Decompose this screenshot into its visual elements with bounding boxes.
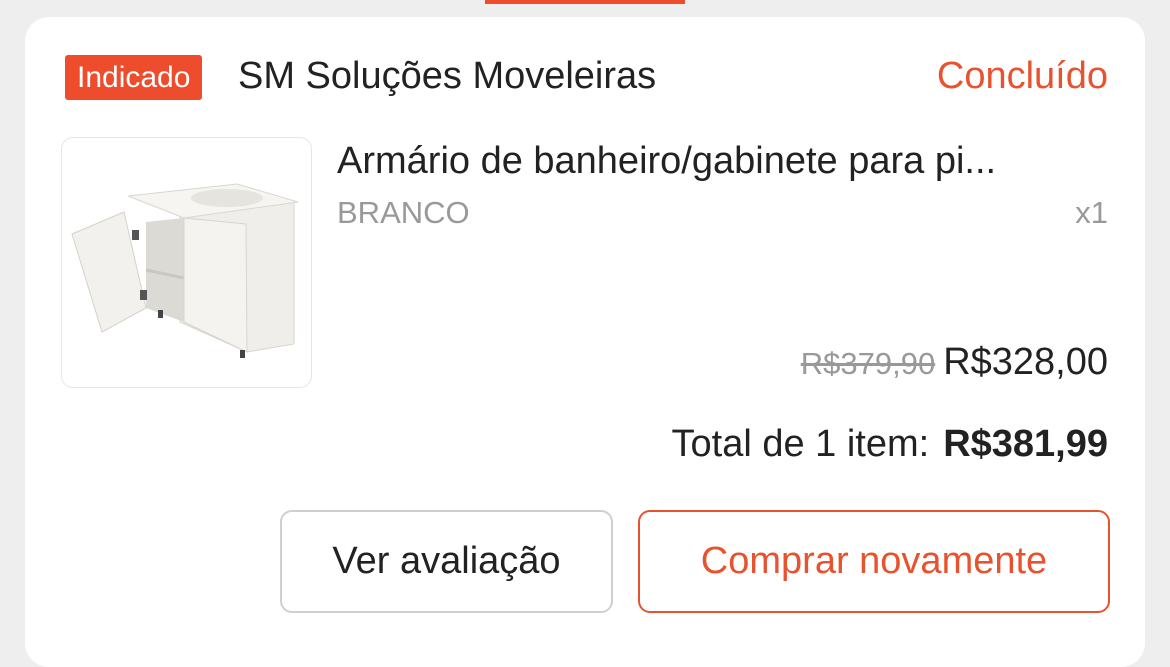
order-status: Concluído (936, 55, 1108, 97)
recommended-badge: Indicado (65, 55, 203, 100)
order-card: Indicado SM Soluções Moveleiras Concluíd… (25, 17, 1145, 667)
bathroom-cabinet-icon (71, 183, 299, 358)
order-total: Total de 1 item: R$381,99 (672, 423, 1109, 475)
view-review-button[interactable]: Ver avaliação (280, 510, 613, 613)
active-tab-indicator (485, 0, 685, 4)
total-amount: R$381,99 (943, 423, 1108, 465)
order-header: Indicado SM Soluções Moveleiras Concluíd… (65, 55, 1108, 101)
total-label: Total de 1 item: (671, 423, 930, 465)
product-quantity: x1 (1075, 195, 1108, 230)
original-price: R$379,90 (800, 346, 936, 381)
current-price: R$328,00 (943, 341, 1108, 383)
product-name[interactable]: Armário de banheiro/gabinete para pi... (337, 137, 1117, 185)
buy-again-button[interactable]: Comprar novamente (638, 510, 1110, 613)
product-variant: BRANCO (337, 195, 470, 230)
product-thumbnail[interactable] (61, 137, 312, 388)
shop-name[interactable]: SM Soluções Moveleiras (238, 53, 656, 99)
price-row: R$379,90 R$328,00 (801, 341, 1108, 389)
